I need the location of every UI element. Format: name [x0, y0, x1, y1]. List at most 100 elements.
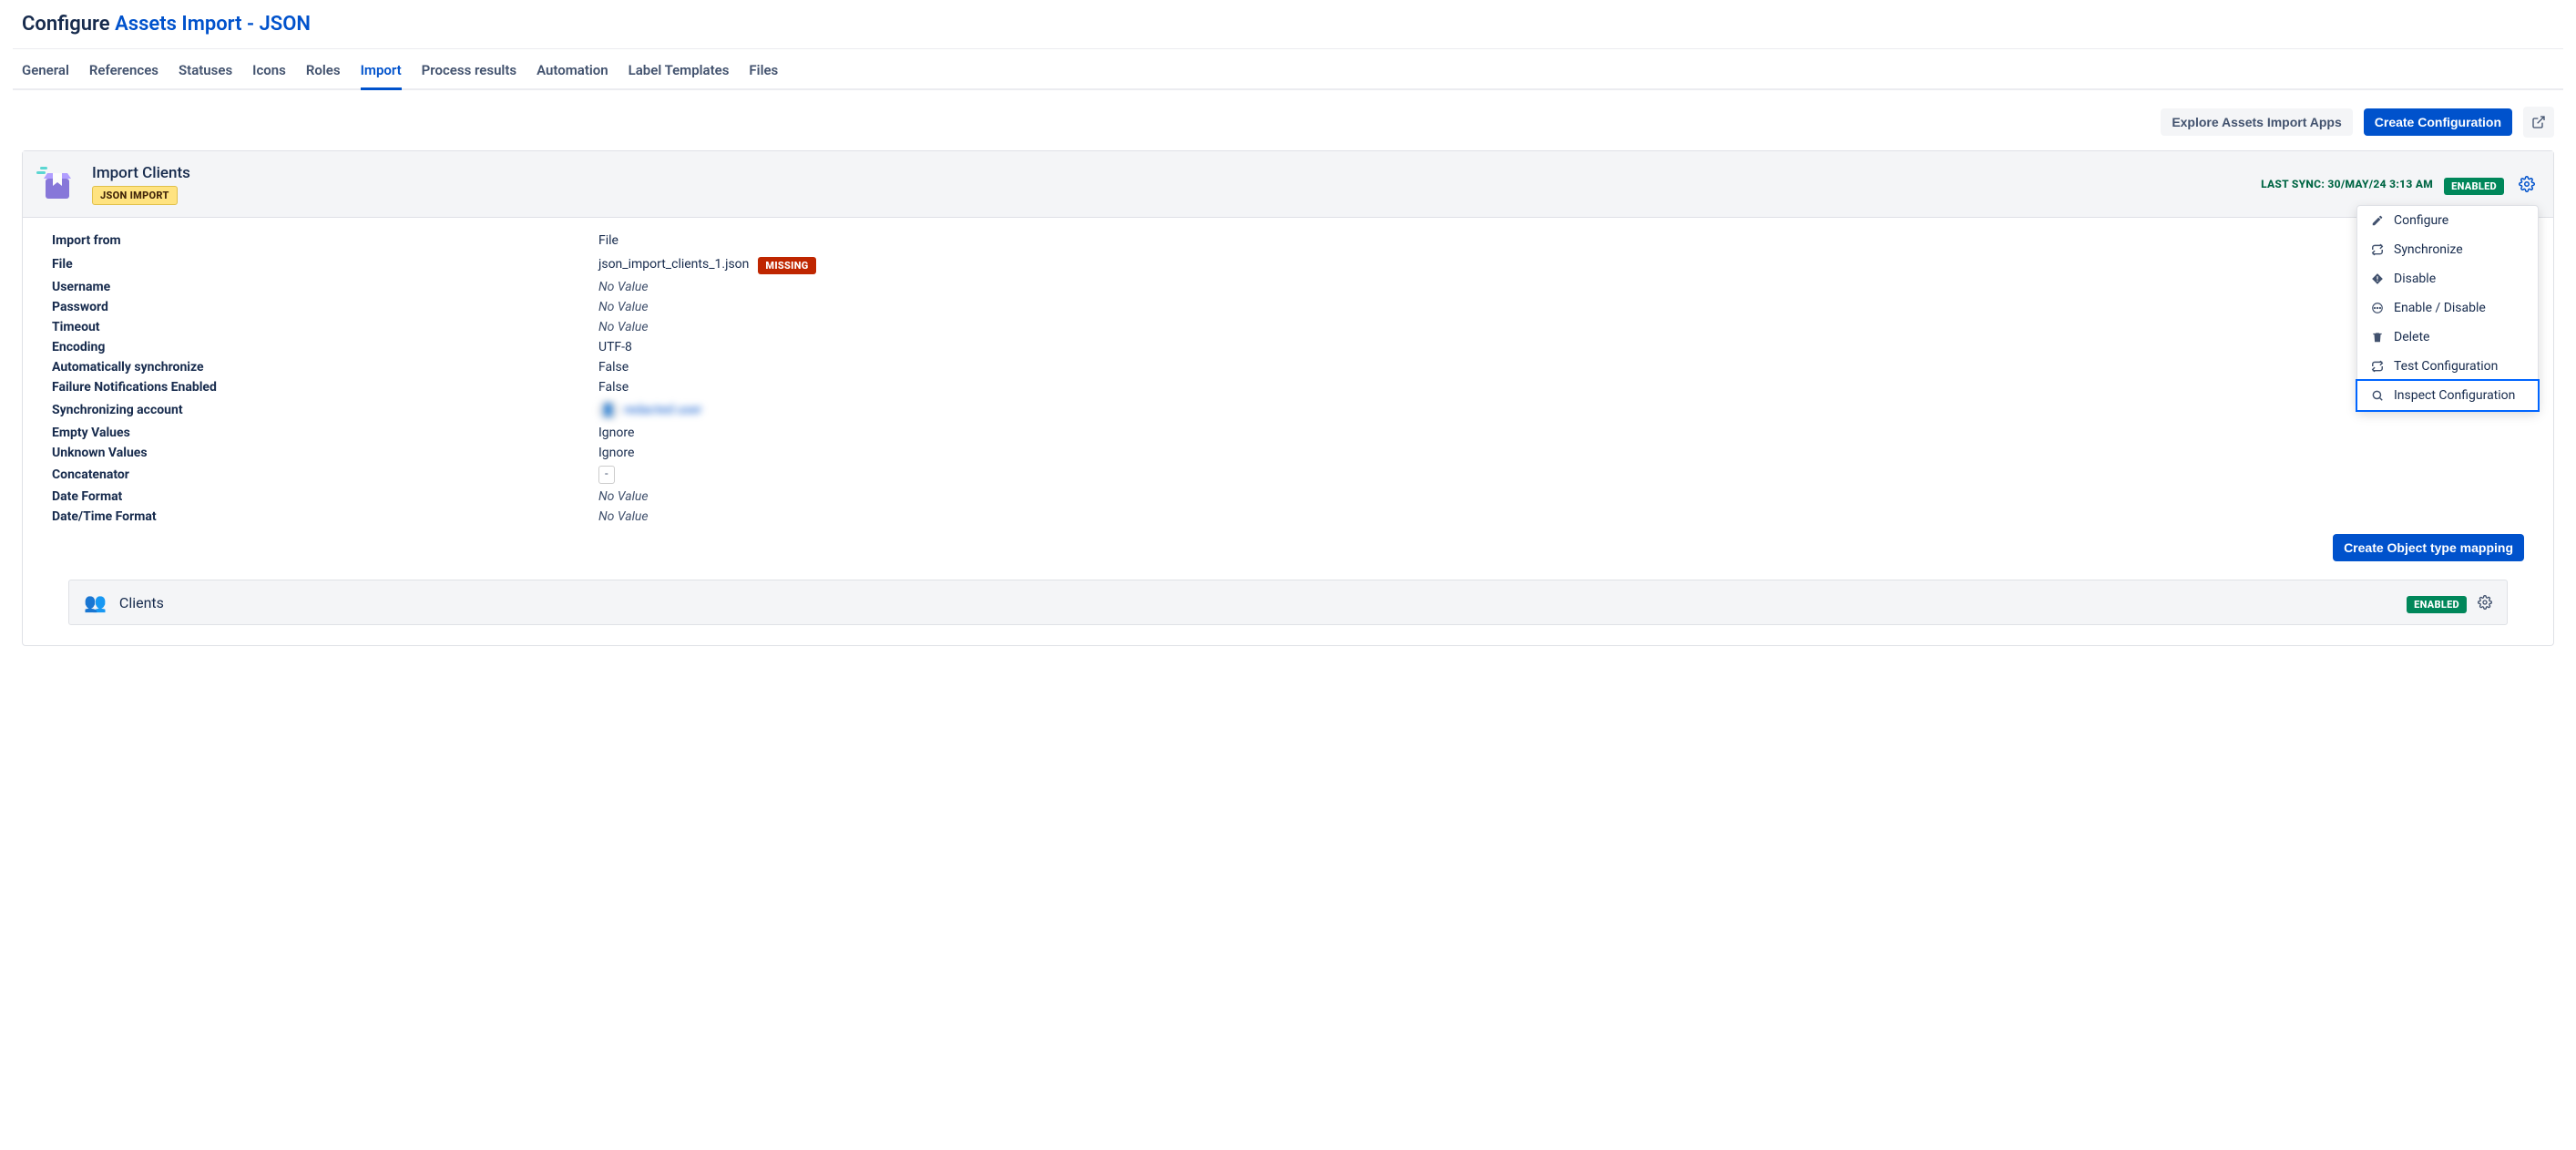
import-type-badge: JSON IMPORT	[92, 186, 178, 205]
sub-panel-gear-button[interactable]	[2478, 595, 2492, 610]
sub-panel-status-badge: ENABLED	[2407, 596, 2467, 613]
tab-label-templates[interactable]: Label Templates	[629, 51, 730, 90]
row-datetime-format: Date/Time Format No Value	[52, 507, 2524, 527]
panel-header: Import Clients JSON IMPORT LAST SYNC: 30…	[23, 151, 2553, 218]
tab-automation[interactable]: Automation	[537, 51, 608, 90]
label-auto-sync: Automatically synchronize	[52, 360, 598, 375]
label-concatenator: Concatenator	[52, 467, 598, 482]
sync-account-name: redacted user	[624, 403, 701, 417]
panel-title: Import Clients	[92, 164, 190, 182]
tab-process-results[interactable]: Process results	[422, 51, 516, 90]
tabs-row: General References Statuses Icons Roles …	[13, 51, 2563, 90]
tab-references[interactable]: References	[89, 51, 158, 90]
panel-title-block: Import Clients JSON IMPORT	[92, 164, 190, 205]
row-failure-notif: Failure Notifications Enabled False	[52, 377, 2524, 397]
row-auto-sync: Automatically synchronize False	[52, 357, 2524, 377]
panel-gear-button[interactable]	[2515, 172, 2539, 196]
tab-general[interactable]: General	[22, 51, 69, 90]
label-failure-notif: Failure Notifications Enabled	[52, 380, 598, 395]
sync-icon	[2370, 242, 2385, 257]
menu-item-synchronize[interactable]: Synchronize	[2357, 235, 2538, 264]
label-datetime-format: Date/Time Format	[52, 509, 598, 524]
label-encoding: Encoding	[52, 340, 598, 354]
row-sync-account: Synchronizing account 👤 redacted user	[52, 397, 2524, 423]
menu-label: Delete	[2394, 330, 2429, 344]
menu-item-delete[interactable]: Delete	[2357, 323, 2538, 352]
gear-icon	[2478, 595, 2492, 610]
create-object-type-mapping-button[interactable]: Create Object type mapping	[2333, 534, 2524, 561]
tab-roles[interactable]: Roles	[306, 51, 341, 90]
menu-item-disable[interactable]: Disable	[2357, 264, 2538, 293]
value-datetime-format: No Value	[598, 509, 649, 524]
menu-label: Configure	[2394, 213, 2448, 228]
more-horizontal-icon	[2370, 301, 2385, 315]
menu-item-test-configuration[interactable]: Test Configuration	[2357, 352, 2538, 381]
sub-panel-title: Clients	[119, 594, 164, 611]
menu-label: Disable	[2394, 272, 2436, 286]
value-date-format: No Value	[598, 489, 649, 504]
pencil-icon	[2370, 213, 2385, 228]
warning-icon	[2370, 272, 2385, 286]
label-date-format: Date Format	[52, 489, 598, 504]
create-mapping-row: Create Object type mapping	[52, 527, 2524, 574]
sync-icon	[2370, 359, 2385, 374]
panel-body: Import from File File json_import_client…	[23, 218, 2553, 645]
actions-row: Explore Assets Import Apps Create Config…	[13, 90, 2563, 150]
import-box-icon	[36, 162, 79, 206]
last-sync-label: LAST SYNC: 30/MAY/24 3:13 AM	[2261, 178, 2433, 190]
value-failure-notif: False	[598, 380, 629, 395]
gear-dropdown-menu: Configure Synchronize Disa	[2356, 205, 2539, 411]
row-file: File json_import_clients_1.json MISSING	[52, 251, 2524, 277]
value-file: json_import_clients_1.json MISSING	[598, 253, 816, 274]
object-type-sub-panel[interactable]: 👥 Clients ENABLED	[68, 580, 2508, 625]
menu-label: Test Configuration	[2394, 359, 2498, 374]
value-unknown-values: Ignore	[598, 446, 634, 460]
title-link[interactable]: Assets Import - JSON	[115, 13, 311, 36]
value-sync-account: 👤 redacted user	[598, 400, 701, 420]
page-title: Configure Assets Import - JSON	[22, 13, 2554, 36]
row-import-from: Import from File	[52, 231, 2524, 251]
menu-label: Synchronize	[2394, 242, 2463, 257]
value-empty-values: Ignore	[598, 426, 634, 440]
menu-item-configure[interactable]: Configure	[2357, 206, 2538, 235]
label-username: Username	[52, 280, 598, 294]
row-username: Username No Value	[52, 277, 2524, 297]
import-config-panel: Import Clients JSON IMPORT LAST SYNC: 30…	[22, 150, 2554, 646]
external-link-icon	[2531, 115, 2546, 129]
menu-label: Enable / Disable	[2394, 301, 2486, 315]
external-link-button[interactable]	[2523, 107, 2554, 138]
value-concatenator: -	[598, 466, 615, 484]
page-title-row: Configure Assets Import - JSON	[13, 7, 2563, 49]
label-empty-values: Empty Values	[52, 426, 598, 440]
row-empty-values: Empty Values Ignore	[52, 423, 2524, 443]
value-auto-sync: False	[598, 360, 629, 375]
tab-files[interactable]: Files	[749, 51, 778, 90]
file-missing-badge: MISSING	[758, 257, 815, 274]
create-configuration-button[interactable]: Create Configuration	[2364, 108, 2512, 136]
menu-item-enable-disable[interactable]: Enable / Disable	[2357, 293, 2538, 323]
menu-label: Inspect Configuration	[2394, 388, 2515, 403]
value-username: No Value	[598, 280, 649, 294]
tab-import[interactable]: Import	[361, 51, 402, 90]
row-date-format: Date Format No Value	[52, 487, 2524, 507]
row-encoding: Encoding UTF-8	[52, 337, 2524, 357]
search-icon	[2370, 388, 2385, 403]
menu-item-inspect-configuration[interactable]: Inspect Configuration	[2356, 379, 2540, 412]
label-unknown-values: Unknown Values	[52, 446, 598, 460]
tab-statuses[interactable]: Statuses	[179, 51, 232, 90]
trash-icon	[2370, 330, 2385, 344]
label-import-from: Import from	[52, 233, 598, 248]
label-password: Password	[52, 300, 598, 314]
row-concatenator: Concatenator -	[52, 463, 2524, 487]
avatar-icon: 👤	[598, 400, 618, 420]
label-sync-account: Synchronizing account	[52, 403, 598, 417]
explore-apps-button[interactable]: Explore Assets Import Apps	[2161, 108, 2352, 136]
value-password: No Value	[598, 300, 649, 314]
tab-icons[interactable]: Icons	[252, 51, 286, 90]
row-timeout: Timeout No Value	[52, 317, 2524, 337]
clients-avatar-icon: 👥	[84, 591, 107, 613]
status-badge: ENABLED	[2444, 178, 2504, 195]
concatenator-box: -	[598, 466, 615, 484]
file-name: json_import_clients_1.json	[598, 257, 749, 272]
title-static: Configure	[22, 13, 110, 36]
